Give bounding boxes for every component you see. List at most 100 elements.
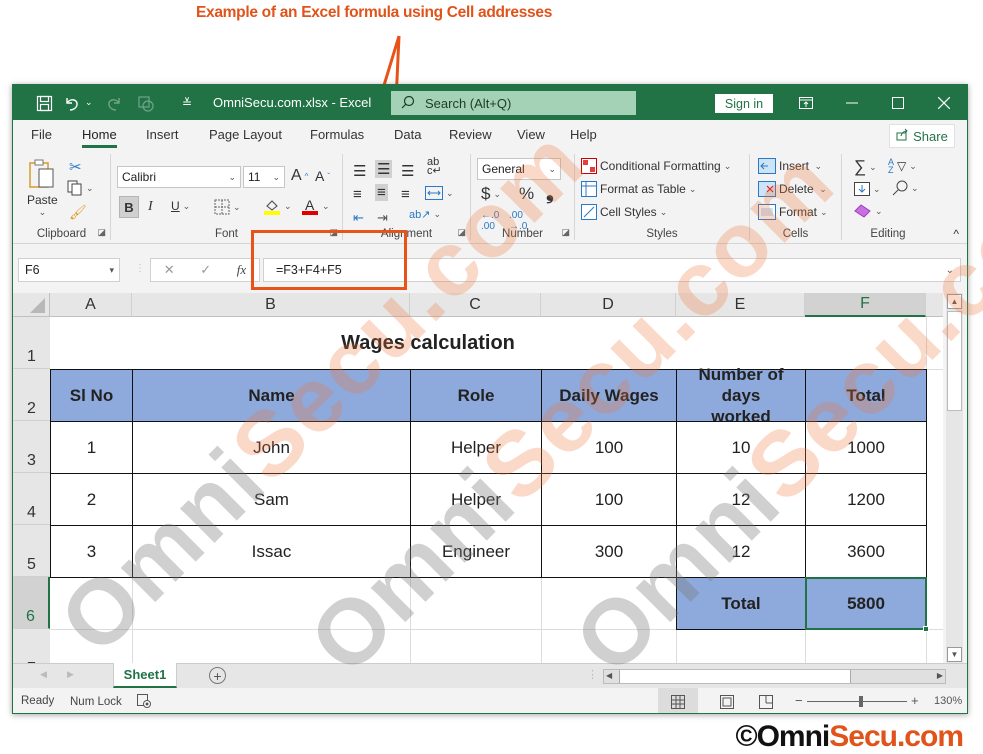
tab-help[interactable]: Help [570,127,597,142]
tab-file[interactable]: File [31,127,52,142]
font-size-combo[interactable]: 11 ⌄ [243,166,285,188]
merge-center-icon[interactable]: ⌄ [425,186,454,200]
row-header-2[interactable]: 2 [13,369,50,421]
total-label-cell[interactable]: Total [676,577,806,630]
scroll-up-icon[interactable]: ▲ [947,294,962,309]
row-header-1[interactable]: 1 [13,317,50,369]
clipboard-launcher-icon[interactable]: ◪ [97,227,106,238]
tab-data[interactable]: Data [394,127,421,142]
number-launcher-icon[interactable]: ◪ [561,227,570,238]
table-cell[interactable]: Helper [410,421,542,474]
align-center-icon[interactable]: ≡ [375,184,388,201]
column-header-e[interactable]: E [676,293,805,317]
total-value-cell[interactable]: 5800 [805,577,927,630]
zoom-level[interactable]: 130% [934,695,962,707]
share-button[interactable]: Share [889,124,955,148]
column-header-c[interactable]: C [410,293,541,317]
table-cell[interactable]: Engineer [410,525,542,578]
tab-review[interactable]: Review [449,127,492,142]
format-as-table-button[interactable]: Format as Table ⌄ [581,181,696,197]
column-header-d[interactable]: D [541,293,676,317]
table-cell[interactable]: 12 [676,525,806,578]
align-left-icon[interactable]: ≡ [353,186,362,203]
maximize-icon[interactable] [875,85,921,120]
header-days-worked[interactable]: Number of days worked [676,365,806,426]
table-cell[interactable]: 100 [541,421,677,474]
row-header-6[interactable]: 6 [13,577,50,629]
table-cell[interactable]: 3 [50,525,133,578]
column-header-a[interactable]: A [50,293,132,317]
table-cell[interactable]: Issac [132,525,411,578]
customize-qat-icon[interactable]: ≚ [176,92,198,114]
row-header-5[interactable]: 5 [13,525,50,577]
add-sheet-icon[interactable]: + [209,667,226,684]
undo-icon[interactable] [61,92,83,114]
tab-view[interactable]: View [517,127,545,142]
paste-button[interactable]: Paste ⌄ [27,158,58,218]
table-cell[interactable]: 1200 [805,473,927,526]
page-layout-view-icon[interactable] [720,695,734,712]
save-icon[interactable] [33,92,55,114]
percent-button[interactable]: % [519,184,534,204]
scroll-down-icon[interactable]: ▼ [947,647,962,662]
comma-button[interactable]: ❟ [546,182,554,205]
alignment-launcher-icon[interactable]: ◪ [457,227,466,238]
grow-font-icon[interactable]: A ^ [291,167,308,185]
name-box[interactable]: F6 ▾ [18,258,120,282]
minimize-icon[interactable] [829,85,875,120]
header-role[interactable]: Role [410,369,542,422]
accessibility-icon[interactable] [137,694,151,711]
vertical-scrollbar[interactable]: ▲ ▼ [946,293,963,663]
cut-icon[interactable]: ✂ [69,158,82,176]
format-cells-button[interactable]: Format ⌄ [758,204,828,220]
clear-icon[interactable]: ⌄ [854,204,883,218]
enter-icon[interactable]: ✓ [200,262,211,278]
fill-handle[interactable] [923,626,929,632]
table-cell[interactable]: 10 [676,421,806,474]
row-header-3[interactable]: 3 [13,421,50,473]
cell-styles-button[interactable]: Cell Styles ⌄ [581,204,667,220]
wrap-text-icon[interactable]: ab c↵ [427,157,442,177]
middle-align-icon[interactable]: ☰ [375,160,393,178]
orientation-icon[interactable]: ab↗ ⌄ [409,208,441,221]
fill-icon[interactable]: ⌄ [854,182,881,196]
column-header-b[interactable]: B [132,293,410,317]
horizontal-scrollbar[interactable]: ◀ ▶ [603,669,946,684]
tab-split-handle[interactable]: ⋮ [587,668,598,681]
sheet-tab-sheet1[interactable]: Sheet1 [113,663,177,688]
table-cell[interactable]: 100 [541,473,677,526]
close-icon[interactable] [921,85,967,120]
tab-page-layout[interactable]: Page Layout [209,127,282,142]
sign-in-button[interactable]: Sign in [715,94,773,113]
row-header-4[interactable]: 4 [13,473,50,525]
autosum-icon[interactable]: ∑ ⌄ [854,157,877,177]
zoom-out-icon[interactable]: − [795,693,803,708]
copy-icon[interactable]: ⌄ [67,180,94,196]
table-cell[interactable]: Helper [410,473,542,526]
horizontal-scroll-thumb[interactable] [619,670,851,683]
zoom-slider-thumb[interactable] [859,696,863,707]
conditional-formatting-button[interactable]: Conditional Formatting ⌄ [581,158,731,174]
table-cell[interactable]: 3600 [805,525,927,578]
scroll-left-icon[interactable]: ◀ [606,671,612,680]
redo-icon[interactable] [103,92,125,114]
header-total[interactable]: Total [805,369,927,422]
italic-button[interactable]: I [148,199,153,215]
tab-insert[interactable]: Insert [146,127,179,142]
table-cell[interactable]: 1 [50,421,133,474]
column-header-f[interactable]: F [805,293,926,317]
sort-filter-icon[interactable]: A Z ▽ ⌄ [888,158,917,175]
insert-cells-button[interactable]: Insert ⌄ [758,158,822,174]
format-painter-icon[interactable]: 🖌 [69,204,87,221]
collapse-ribbon-icon[interactable]: ^ [953,227,959,241]
zoom-in-icon[interactable]: + [911,693,919,708]
tab-home[interactable]: Home [82,127,117,148]
fill-color-icon[interactable]: ⌄ [263,197,292,215]
row-header-7[interactable]: 7 [13,629,50,663]
align-right-icon[interactable]: ≡ [401,186,410,203]
bottom-align-icon[interactable]: ☰ [401,162,414,180]
bold-button[interactable]: B [119,196,139,218]
undo-dropdown-icon[interactable]: ⌄ [85,97,93,108]
tab-formulas[interactable]: Formulas [310,127,364,142]
insert-function-icon[interactable]: fx [237,262,246,278]
